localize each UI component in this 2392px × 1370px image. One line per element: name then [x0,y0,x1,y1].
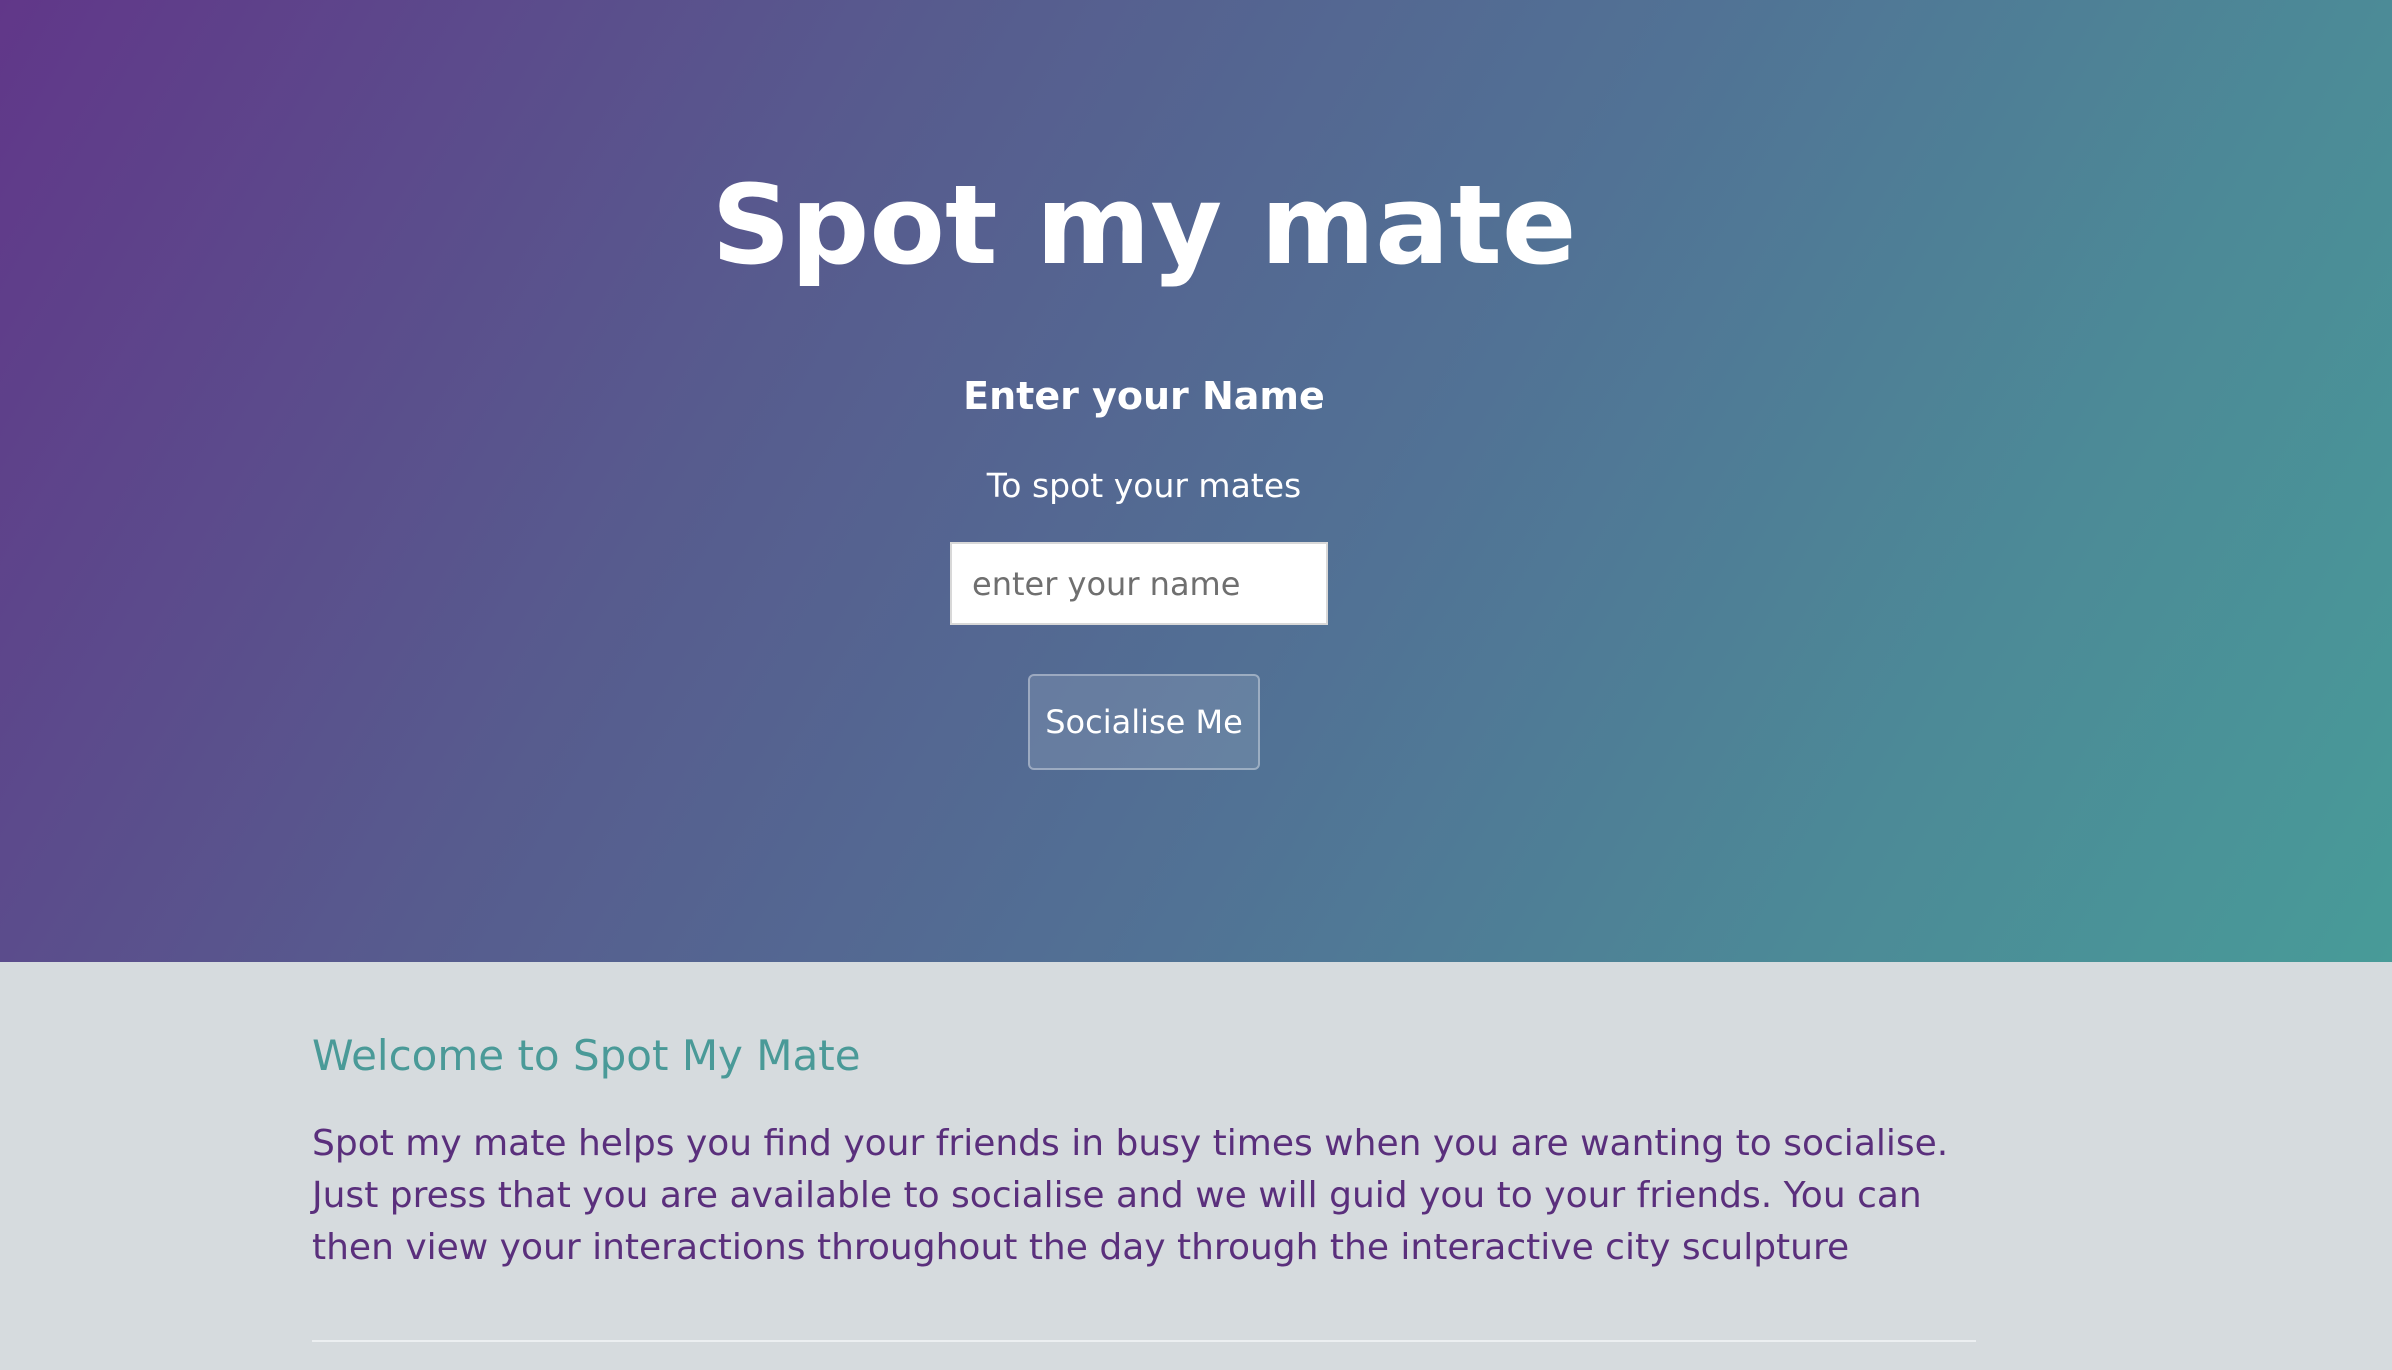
section-divider [312,1340,1976,1342]
welcome-heading: Welcome to Spot My Mate [312,1031,861,1080]
welcome-description: Spot my mate helps you find your friends… [312,1123,1949,1268]
name-prompt-heading: Enter your Name [963,374,1325,418]
name-prompt-tagline: To spot your mates [986,466,1302,505]
hero-banner: Spot my mate Enter your Name To spot you… [0,0,2392,962]
page-title: Spot my mate [711,161,1577,289]
name-input[interactable] [950,542,1328,625]
socialise-me-button[interactable]: Socialise Me [1028,674,1260,770]
